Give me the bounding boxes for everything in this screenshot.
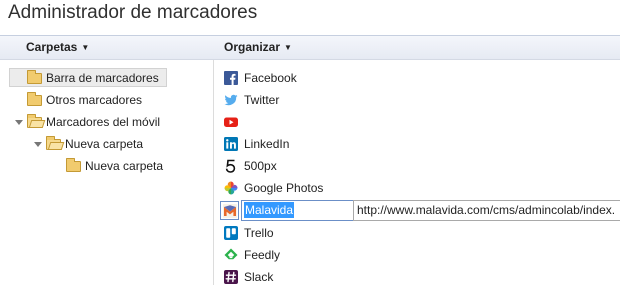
bookmark-item-slack[interactable]: Slack (224, 267, 273, 287)
tree-item-bookmarks-bar[interactable]: Barra de marcadores (9, 68, 167, 87)
facebook-icon (224, 71, 238, 85)
tree-item-new-subfolder[interactable]: Nueva carpeta (66, 157, 163, 176)
tree-item-other-bookmarks[interactable]: Otros marcadores (27, 91, 142, 110)
linkedin-icon (224, 137, 238, 151)
organize-menu-button[interactable]: Organizar ▼ (224, 36, 292, 59)
500px-icon (224, 159, 238, 173)
bookmark-label: Feedly (244, 248, 281, 262)
folder-icon (27, 92, 42, 106)
bookmark-label: Trello (244, 226, 274, 240)
bookmark-item-google-photos[interactable]: Google Photos (224, 178, 323, 198)
folder-open-icon (46, 136, 61, 150)
tree-item-label: Nueva carpeta (85, 159, 164, 173)
bookmark-icon-frame (220, 201, 239, 220)
bookmark-item-facebook[interactable]: Facebook (224, 68, 297, 88)
folder-icon (66, 158, 81, 172)
bookmark-item-feedly[interactable]: Feedly (224, 245, 280, 265)
bookmark-url-field[interactable]: http://www.malavida.com/cms/admincolab/i… (353, 200, 620, 221)
bookmark-name-value: Malavida (244, 202, 295, 218)
google-photos-icon (224, 181, 238, 195)
malavida-icon (223, 204, 237, 218)
bookmark-name-field[interactable]: Malavida (241, 200, 366, 221)
bookmark-label: Facebook (244, 71, 297, 85)
expand-arrow-icon[interactable] (15, 120, 23, 125)
twitter-icon (224, 93, 238, 107)
folders-menu-button[interactable]: Carpetas ▼ (26, 36, 89, 59)
slack-icon (224, 270, 238, 284)
bookmark-item-500px[interactable]: 500px (224, 156, 277, 176)
tree-item-new-folder[interactable]: Nueva carpeta (46, 135, 143, 154)
chevron-down-icon: ▼ (81, 43, 90, 52)
tree-item-label: Otros marcadores (46, 93, 143, 107)
bookmark-label: Slack (244, 270, 274, 284)
bookmark-item-trello[interactable]: Trello (224, 223, 274, 243)
bookmark-item-twitter[interactable]: Twitter (224, 90, 279, 110)
pane-splitter[interactable] (213, 60, 214, 285)
tree-item-mobile-bookmarks[interactable]: Marcadores del móvil (27, 113, 160, 132)
feedly-icon (224, 248, 238, 262)
youtube-icon (224, 115, 238, 129)
tree-item-label: Nueva carpeta (65, 137, 144, 151)
bookmark-label: Google Photos (244, 181, 324, 195)
bookmark-label: Twitter (244, 93, 280, 107)
tree-item-label: Barra de marcadores (46, 71, 159, 85)
expand-arrow-icon[interactable] (34, 142, 42, 147)
tree-item-label: Marcadores del móvil (46, 115, 161, 129)
window-title: Administrador de marcadores (8, 2, 258, 23)
bookmark-item-youtube[interactable] (224, 112, 244, 132)
toolbar: Carpetas ▼ Organizar ▼ (0, 35, 620, 60)
folder-open-icon (27, 114, 42, 128)
bookmark-label: 500px (244, 159, 277, 173)
folders-menu-label: Carpetas (26, 40, 78, 54)
bookmark-edit-row: Malavida http://www.malavida.com/cms/adm… (219, 199, 620, 222)
chevron-down-icon: ▼ (284, 43, 292, 52)
folder-icon (27, 70, 42, 84)
bookmark-label: LinkedIn (244, 137, 290, 151)
trello-icon (224, 226, 238, 240)
bookmark-item-linkedin[interactable]: LinkedIn (224, 134, 289, 154)
organize-menu-label: Organizar (224, 40, 281, 54)
